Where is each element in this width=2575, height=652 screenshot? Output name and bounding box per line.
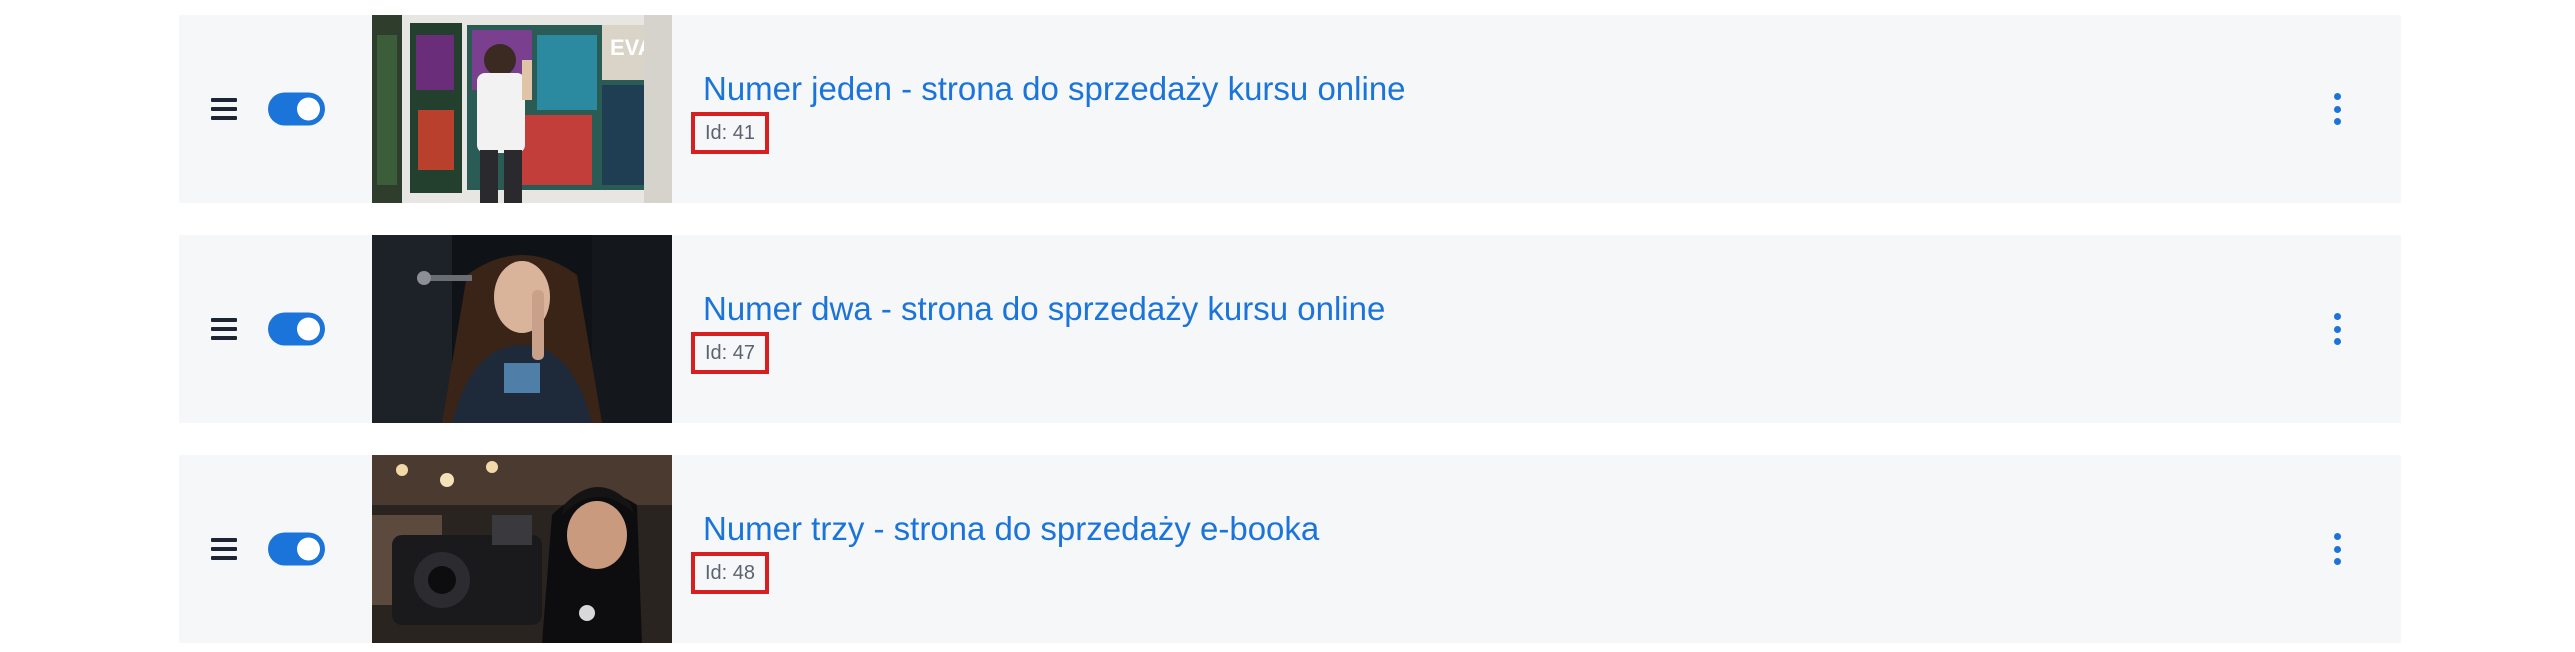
pages-list: EVA Numer jeden - strona do sprzedaży ku… (179, 15, 2401, 643)
page-title-link[interactable]: Numer trzy - strona do sprzedaży e-booka (703, 509, 1319, 549)
kebab-menu-icon[interactable] (2329, 533, 2345, 565)
page-thumbnail (372, 235, 672, 423)
page-row: Numer trzy - strona do sprzedaży e-booka… (179, 455, 2401, 643)
drag-handle-icon[interactable] (211, 98, 237, 120)
toggle-knob (297, 97, 320, 121)
page-thumbnail: EVA (372, 15, 672, 203)
kebab-menu-icon[interactable] (2329, 93, 2345, 125)
drag-handle-icon[interactable] (211, 538, 237, 560)
page-id-label: Id: 48 (691, 552, 770, 594)
toggle-knob (297, 537, 320, 561)
page-id-label: Id: 41 (691, 112, 770, 154)
page-title-link[interactable]: Numer jeden - strona do sprzedaży kursu … (703, 69, 1406, 109)
page-thumbnail (372, 455, 672, 643)
page-enabled-toggle[interactable] (268, 532, 325, 566)
toggle-knob (297, 317, 320, 341)
page-id-label: Id: 47 (691, 332, 770, 374)
page-row: Numer dwa - strona do sprzedaży kursu on… (179, 235, 2401, 423)
page-title-link[interactable]: Numer dwa - strona do sprzedaży kursu on… (703, 289, 1385, 329)
page-row: EVA Numer jeden - strona do sprzedaży ku… (179, 15, 2401, 203)
page-enabled-toggle[interactable] (268, 92, 325, 126)
page-info: Numer trzy - strona do sprzedaży e-booka… (691, 509, 1319, 594)
page-info: Numer dwa - strona do sprzedaży kursu on… (691, 289, 1385, 374)
page-info: Numer jeden - strona do sprzedaży kursu … (691, 69, 1406, 154)
kebab-menu-icon[interactable] (2329, 313, 2345, 345)
drag-handle-icon[interactable] (211, 318, 237, 340)
page-enabled-toggle[interactable] (268, 312, 325, 346)
